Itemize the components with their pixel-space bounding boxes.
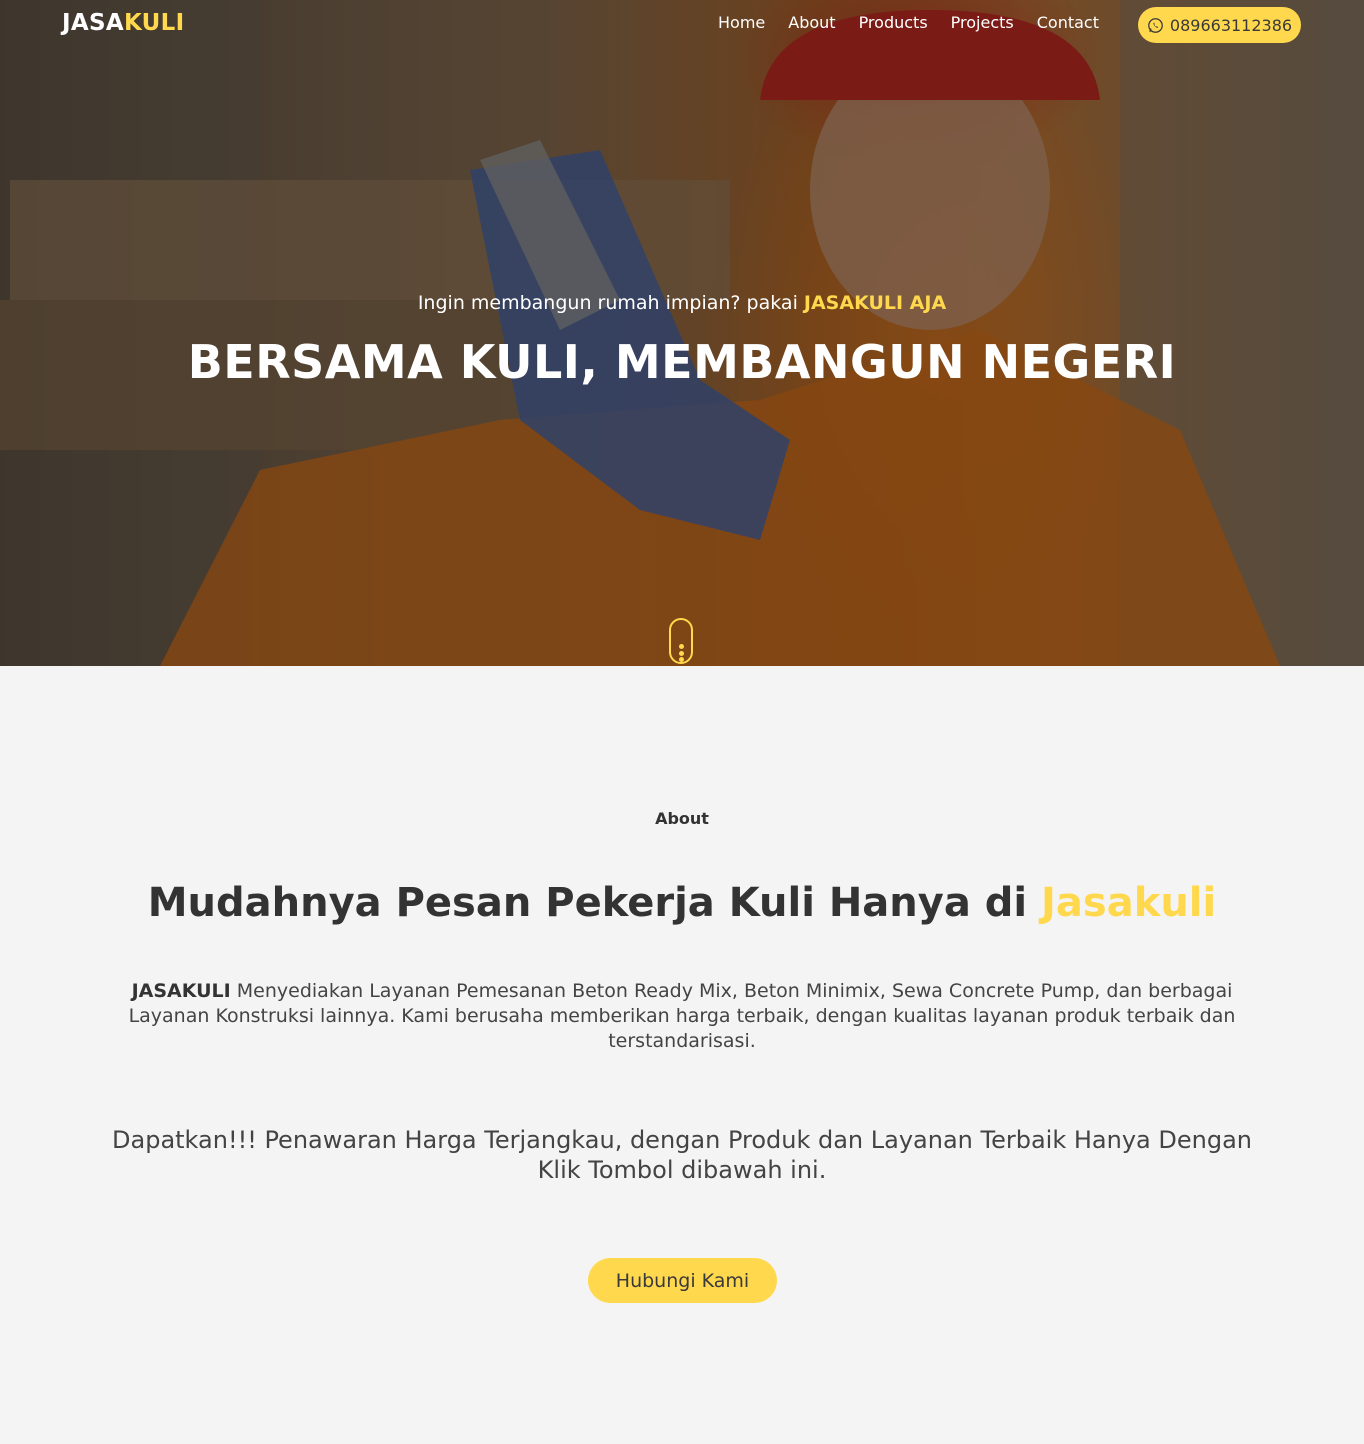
nav-item-about[interactable]: About: [788, 13, 835, 32]
about-title-text: Mudahnya Pesan Pekerja Kuli Hanya di: [147, 880, 1028, 926]
hero-subtitle: Ingin membangun rumah impian? pakai JASA…: [0, 292, 1364, 314]
nav-links: Home About Products Projects Contact: [718, 13, 1122, 32]
hero-subtitle-text: Ingin membangun rumah impian? pakai: [417, 292, 798, 314]
nav-item-projects[interactable]: Projects: [951, 13, 1014, 32]
whatsapp-phone-button[interactable]: 089663112386: [1138, 7, 1301, 43]
logo-accent: KULI: [123, 10, 185, 36]
logo-prefix: JASA: [62, 10, 124, 36]
about-description: JASAKULI Menyediakan Layanan Pemesanan B…: [112, 979, 1252, 1054]
about-description-brand: JASAKULI: [131, 980, 231, 1002]
logo[interactable]: JASAKULI: [62, 10, 184, 36]
nav-item-home[interactable]: Home: [718, 13, 765, 32]
nav-item-products[interactable]: Products: [859, 13, 928, 32]
scroll-dot: [679, 657, 684, 662]
navbar: JASAKULI Home About Products Projects Co…: [0, 0, 1364, 50]
whatsapp-icon: [1148, 17, 1163, 33]
about-title-accent: Jasakuli: [1041, 880, 1217, 926]
hero-title: BERSAMA KULI, MEMBANGUN NEGERI: [187, 335, 1177, 389]
phone-number: 089663112386: [1169, 15, 1293, 35]
scroll-dot: [679, 651, 684, 656]
about-title: Mudahnya Pesan Pekerja Kuli Hanya di Jas…: [0, 880, 1364, 926]
contact-us-button[interactable]: Hubungi Kami: [588, 1258, 777, 1303]
nav-item-contact[interactable]: Contact: [1037, 13, 1099, 32]
mouse-scroll-icon[interactable]: [669, 618, 693, 664]
about-offer-text: Dapatkan!!! Penawaran Harga Terjangkau, …: [112, 1126, 1252, 1184]
about-description-text: Menyediakan Layanan Pemesanan Beton Read…: [128, 980, 1236, 1052]
hero-section: JASAKULI Home About Products Projects Co…: [0, 0, 1364, 666]
hero-overlay: [0, 0, 1364, 666]
hero-subtitle-accent: JASAKULI AJA: [803, 292, 947, 314]
scroll-dot: [679, 644, 684, 649]
about-section-label: About: [655, 809, 709, 828]
